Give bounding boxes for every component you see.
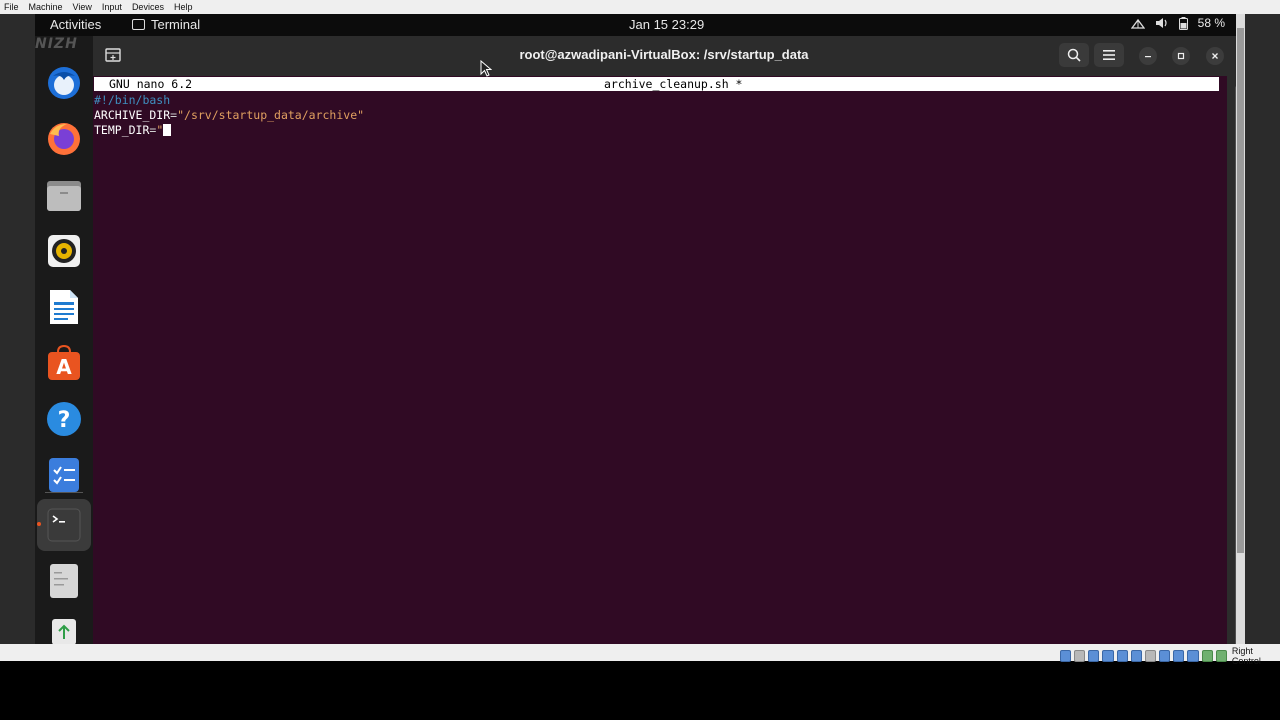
terminal-small-icon: [132, 19, 145, 30]
vbox-status-bar: Right Control: [0, 644, 1280, 666]
hamburger-menu-button[interactable]: [1094, 43, 1124, 67]
menu-view[interactable]: View: [73, 2, 92, 12]
app-menu[interactable]: Terminal: [132, 17, 200, 32]
app-menu-label: Terminal: [151, 17, 201, 32]
host-vertical-scrollbar[interactable]: [1236, 14, 1245, 660]
menu-help[interactable]: Help: [174, 2, 193, 12]
search-button[interactable]: [1059, 43, 1089, 67]
thunderbird-icon[interactable]: [43, 62, 85, 104]
todo-icon[interactable]: [43, 454, 85, 496]
menu-machine[interactable]: Machine: [29, 2, 63, 12]
recording-icon[interactable]: [1159, 650, 1171, 662]
host-right-margin: [1245, 14, 1280, 660]
volume-icon: [1155, 17, 1169, 29]
close-icon: [1212, 53, 1218, 59]
network-adapter-icon[interactable]: [1102, 650, 1114, 662]
close-button[interactable]: [1206, 47, 1224, 65]
svg-text:?: ?: [58, 408, 71, 433]
minimize-icon: [1145, 56, 1151, 58]
maximize-button[interactable]: [1172, 47, 1190, 65]
nano-filename: archive_cleanup.sh *: [604, 77, 743, 91]
help-icon[interactable]: ?: [43, 398, 85, 440]
terminal-content[interactable]: GNU nano 6.2 archive_cleanup.sh * #!/bin…: [93, 76, 1227, 660]
clock[interactable]: Jan 15 23:29: [629, 17, 704, 32]
firefox-icon[interactable]: [43, 118, 85, 160]
dock-separator: [45, 492, 83, 493]
host-scroll-thumb[interactable]: [1237, 28, 1244, 553]
rhythmbox-icon[interactable]: [43, 230, 85, 272]
display-icon[interactable]: [1144, 650, 1157, 662]
maximize-icon: [1177, 52, 1185, 60]
trash-icon[interactable]: [43, 616, 85, 646]
mouse-integration-icon[interactable]: [1187, 650, 1199, 662]
optical-drive-icon[interactable]: [1074, 650, 1086, 662]
cpu-icon[interactable]: [1173, 650, 1185, 662]
svg-text:A: A: [56, 355, 72, 379]
system-tray[interactable]: 58 %: [1130, 16, 1225, 30]
host-key-label: Right Control: [1231, 646, 1261, 666]
guest-additions-icon[interactable]: [1201, 650, 1213, 662]
terminal-icon[interactable]: [43, 504, 85, 546]
battery-icon: [1178, 16, 1188, 30]
vbox-status-icons: Right Control: [1060, 646, 1280, 666]
terminal-window: root@azwadipani-VirtualBox: /srv/startup…: [93, 36, 1245, 660]
running-indicator: [37, 522, 41, 526]
host-key-arrow-icon[interactable]: [1215, 650, 1227, 662]
text-editor-icon[interactable]: [43, 560, 85, 602]
menu-devices[interactable]: Devices: [132, 2, 164, 12]
temp-dir-value: ": [156, 123, 164, 137]
activities-button[interactable]: Activities: [50, 17, 101, 32]
menu-file[interactable]: File: [4, 2, 19, 12]
hdd-icon[interactable]: [1060, 650, 1072, 662]
audio-icon[interactable]: [1088, 650, 1100, 662]
text-cursor: [163, 124, 172, 136]
nano-version: GNU nano 6.2: [109, 77, 193, 91]
shared-folders-icon[interactable]: [1130, 650, 1142, 662]
files-icon[interactable]: [43, 174, 85, 216]
vm-screen: Activities Terminal Jan 15 23:29 58 % NI…: [0, 14, 1280, 660]
code-line-temp-dir: TEMP_DIR=": [94, 123, 172, 137]
dock: NIZH A ?: [35, 36, 93, 660]
menu-input[interactable]: Input: [102, 2, 122, 12]
network-icon: [1130, 17, 1145, 29]
archive-dir-var: ARCHIVE_DIR: [94, 108, 171, 122]
code-line-archive-dir: ARCHIVE_DIR="/srv/startup_data/archive": [94, 108, 364, 122]
app-center-icon[interactable]: A: [43, 342, 85, 384]
hamburger-icon: [1103, 50, 1115, 60]
vbox-menu-bar: File Machine View Input Devices Help: [0, 0, 1280, 14]
code-line-shebang: #!/bin/bash: [94, 93, 171, 107]
archive-dir-value: "/srv/startup_data/archive": [177, 108, 365, 122]
writer-icon[interactable]: [43, 286, 85, 328]
gnome-top-bar: Activities Terminal Jan 15 23:29 58 %: [35, 14, 1245, 36]
search-icon: [1067, 48, 1081, 62]
mouse-pointer-icon: [480, 60, 492, 77]
temp-dir-var: TEMP_DIR: [94, 123, 150, 137]
watermark-logo: NIZH: [35, 36, 78, 52]
usb-icon[interactable]: [1116, 650, 1128, 662]
minimize-button[interactable]: [1139, 47, 1157, 65]
terminal-headerbar: root@azwadipani-VirtualBox: /srv/startup…: [93, 36, 1245, 76]
battery-percent: 58 %: [1197, 16, 1225, 30]
nano-title-bar: GNU nano 6.2 archive_cleanup.sh *: [94, 77, 1219, 91]
